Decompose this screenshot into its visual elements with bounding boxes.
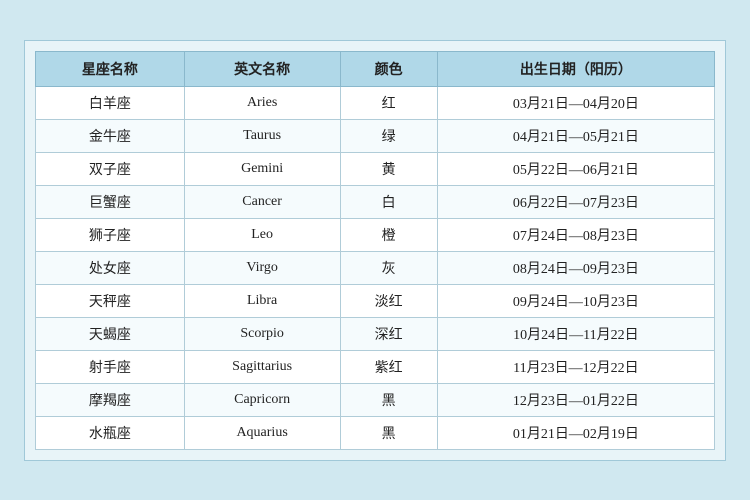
cell-date: 01月21日—02月19日 [437,416,714,449]
table-body: 白羊座Aries红03月21日—04月20日金牛座Taurus绿04月21日—0… [36,86,715,449]
cell-english-name: Cancer [184,185,340,218]
cell-date: 05月22日—06月21日 [437,152,714,185]
cell-color: 深红 [340,317,437,350]
cell-color: 绿 [340,119,437,152]
cell-color: 橙 [340,218,437,251]
cell-chinese-name: 水瓶座 [36,416,185,449]
cell-date: 03月21日—04月20日 [437,86,714,119]
cell-chinese-name: 处女座 [36,251,185,284]
table-header-row: 星座名称 英文名称 颜色 出生日期（阳历） [36,51,715,86]
cell-english-name: Scorpio [184,317,340,350]
cell-color: 黄 [340,152,437,185]
table-row: 白羊座Aries红03月21日—04月20日 [36,86,715,119]
table-row: 射手座Sagittarius紫红11月23日—12月22日 [36,350,715,383]
cell-english-name: Taurus [184,119,340,152]
cell-english-name: Aquarius [184,416,340,449]
table-row: 金牛座Taurus绿04月21日—05月21日 [36,119,715,152]
cell-chinese-name: 天蝎座 [36,317,185,350]
cell-color: 淡红 [340,284,437,317]
cell-color: 紫红 [340,350,437,383]
table-row: 双子座Gemini黄05月22日—06月21日 [36,152,715,185]
cell-date: 06月22日—07月23日 [437,185,714,218]
cell-chinese-name: 狮子座 [36,218,185,251]
table-row: 天蝎座Scorpio深红10月24日—11月22日 [36,317,715,350]
cell-english-name: Capricorn [184,383,340,416]
cell-english-name: Leo [184,218,340,251]
table-row: 狮子座Leo橙07月24日—08月23日 [36,218,715,251]
header-color: 颜色 [340,51,437,86]
header-english-name: 英文名称 [184,51,340,86]
cell-english-name: Aries [184,86,340,119]
cell-date: 07月24日—08月23日 [437,218,714,251]
cell-chinese-name: 天秤座 [36,284,185,317]
cell-english-name: Gemini [184,152,340,185]
cell-color: 灰 [340,251,437,284]
zodiac-table: 星座名称 英文名称 颜色 出生日期（阳历） 白羊座Aries红03月21日—04… [35,51,715,450]
cell-color: 黑 [340,383,437,416]
cell-chinese-name: 白羊座 [36,86,185,119]
cell-color: 红 [340,86,437,119]
cell-color: 黑 [340,416,437,449]
cell-chinese-name: 双子座 [36,152,185,185]
cell-date: 10月24日—11月22日 [437,317,714,350]
table-row: 摩羯座Capricorn黑12月23日—01月22日 [36,383,715,416]
cell-chinese-name: 金牛座 [36,119,185,152]
header-date: 出生日期（阳历） [437,51,714,86]
main-container: 星座名称 英文名称 颜色 出生日期（阳历） 白羊座Aries红03月21日—04… [24,40,726,461]
cell-chinese-name: 巨蟹座 [36,185,185,218]
cell-date: 11月23日—12月22日 [437,350,714,383]
header-chinese-name: 星座名称 [36,51,185,86]
cell-date: 08月24日—09月23日 [437,251,714,284]
table-row: 水瓶座Aquarius黑01月21日—02月19日 [36,416,715,449]
cell-date: 12月23日—01月22日 [437,383,714,416]
cell-chinese-name: 摩羯座 [36,383,185,416]
table-row: 处女座Virgo灰08月24日—09月23日 [36,251,715,284]
table-row: 天秤座Libra淡红09月24日—10月23日 [36,284,715,317]
cell-date: 04月21日—05月21日 [437,119,714,152]
cell-chinese-name: 射手座 [36,350,185,383]
cell-english-name: Libra [184,284,340,317]
cell-english-name: Sagittarius [184,350,340,383]
cell-color: 白 [340,185,437,218]
cell-english-name: Virgo [184,251,340,284]
table-row: 巨蟹座Cancer白06月22日—07月23日 [36,185,715,218]
cell-date: 09月24日—10月23日 [437,284,714,317]
